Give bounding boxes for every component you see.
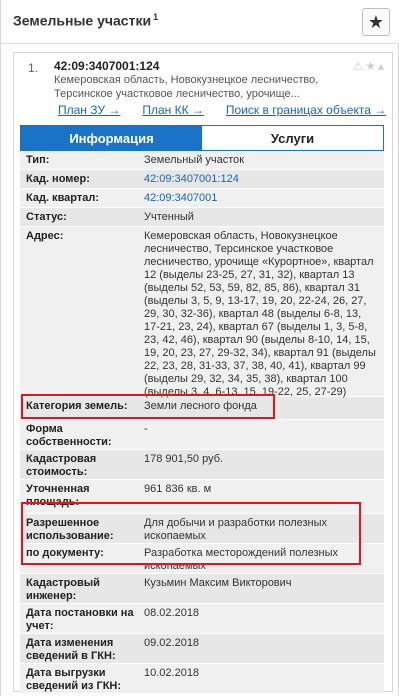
- favorite-button[interactable]: ★: [362, 8, 390, 36]
- info-tabs: Информация Услуги: [20, 125, 384, 151]
- row-label: Тип:: [26, 154, 50, 166]
- row-label: Дата постановки на учет:: [26, 607, 134, 632]
- panel-title-text: Земельные участки: [13, 12, 152, 29]
- row-label: Кадастровая стоимость:: [26, 453, 97, 478]
- row-value-link[interactable]: 42:09:3407001:124: [138, 170, 384, 188]
- table-row: Дата выгрузки сведений из ГКН: 10.02.201…: [20, 664, 384, 694]
- item-cadastral-id[interactable]: 42:09:3407001:124: [54, 59, 159, 73]
- row-label: Кадастровый инженер:: [26, 577, 100, 602]
- row-label: Дата выгрузки сведений из ГКН:: [26, 667, 122, 692]
- row-value: 09.02.2018: [144, 637, 200, 649]
- search-in-bounds-link[interactable]: Поиск в границах объекта →: [226, 103, 386, 117]
- table-row: Адрес: Кемеровская область, Новокузнецко…: [20, 227, 384, 398]
- panel-header: Земельные участки 1 ★: [1, 0, 399, 44]
- table-row: Форма собственности: -: [20, 420, 384, 450]
- star-icon: ★: [367, 11, 385, 32]
- row-value: Учтенный: [144, 211, 194, 223]
- row-value: 178 901,50 руб.: [144, 453, 224, 465]
- table-row: Статус: Учтенный: [20, 208, 384, 227]
- tab-services[interactable]: Услуги: [202, 126, 383, 150]
- tab-information[interactable]: Информация: [21, 126, 202, 150]
- row-label: Форма собственности:: [26, 423, 112, 448]
- item-actions: ⚠ ★ ▴: [352, 59, 384, 73]
- table-row: Кад. номер: 42:09:3407001:124: [20, 170, 384, 189]
- row-value: 10.02.2018: [144, 667, 200, 679]
- row-label: Кад. квартал:: [26, 192, 100, 204]
- expand-icon[interactable]: ▴: [378, 59, 384, 73]
- row-label: Дата изменения сведений в ГКН:: [26, 637, 116, 662]
- table-row: Кад. квартал: 42:09:3407001: [20, 189, 384, 208]
- row-value: Земельный участок: [144, 154, 245, 166]
- highlight-permitted-use: [21, 502, 361, 565]
- row-label: Кад. номер:: [26, 173, 90, 185]
- row-label: Статус:: [26, 211, 67, 223]
- row-label: Адрес:: [26, 230, 64, 242]
- row-value: Кемеровская область, Новокузнецкое лесни…: [144, 230, 376, 398]
- item-links: План ЗУ → План КК → Поиск в границах объ…: [58, 103, 386, 117]
- table-row: Дата изменения сведений в ГКН: 09.02.201…: [20, 634, 384, 664]
- row-value: Кузьмин Максим Викторович: [144, 577, 292, 589]
- result-count: 1: [153, 12, 159, 22]
- plan-zu-link[interactable]: План ЗУ →: [58, 103, 120, 117]
- highlight-land-category: [21, 394, 275, 419]
- land-plots-panel: Земельные участки 1 ★ 1. 42:09:3407001:12…: [0, 0, 399, 696]
- star-icon[interactable]: ★: [365, 59, 376, 73]
- table-row: Кадастровый инженер: Кузьмин Максим Викт…: [20, 574, 384, 604]
- row-value-link[interactable]: 42:09:3407001: [138, 189, 384, 207]
- warning-icon[interactable]: ⚠: [352, 59, 363, 73]
- table-row: Тип: Земельный участок: [20, 151, 384, 170]
- row-value: 08.02.2018: [144, 607, 200, 619]
- item-number: 1.: [28, 61, 39, 75]
- result-card: 1. 42:09:3407001:124 ⚠ ★ ▴ Кемеровская о…: [13, 52, 393, 694]
- item-address: Кемеровская область, Новокузнецкое лесни…: [54, 74, 319, 100]
- table-row: Дата постановки на учет: 08.02.2018: [20, 604, 384, 634]
- panel-title: Земельные участки 1: [13, 12, 158, 29]
- row-value: -: [144, 423, 148, 435]
- info-table: Тип: Земельный участок Кад. номер: 42:09…: [20, 151, 384, 694]
- table-row: Кадастровая стоимость: 178 901,50 руб.: [20, 450, 384, 480]
- plan-kk-link[interactable]: План КК →: [142, 103, 204, 117]
